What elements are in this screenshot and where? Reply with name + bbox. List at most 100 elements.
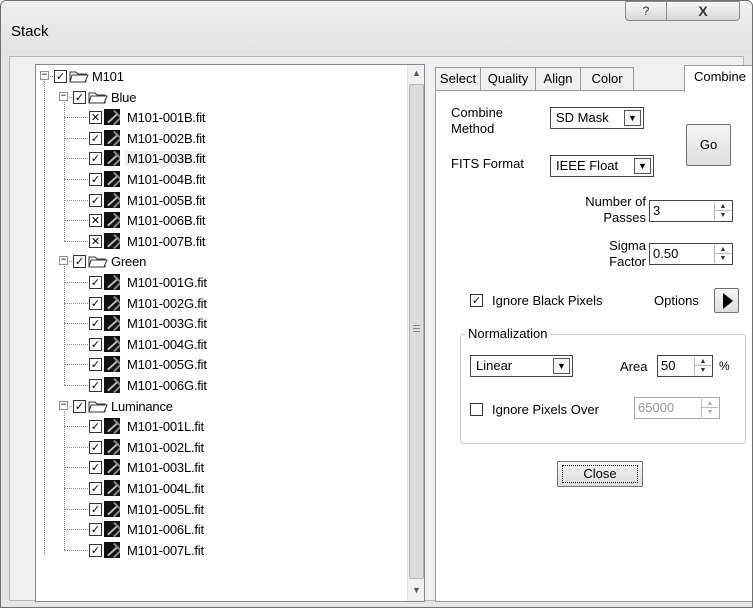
tree-connector <box>64 323 90 325</box>
tab-quality[interactable]: Quality <box>480 67 536 91</box>
tab-select[interactable]: Select <box>435 67 481 91</box>
ignore-black-pixels-checkbox[interactable]: ✓ <box>470 294 483 307</box>
spin-up-icon[interactable]: ▲ <box>715 202 731 211</box>
tree-file-item[interactable]: ✓ M101-003L.fit <box>36 457 406 477</box>
file-checkbox[interactable]: ✓ <box>89 193 102 207</box>
file-checkbox[interactable]: ✓ <box>89 358 102 372</box>
fits-file-icon <box>104 191 120 208</box>
options-button[interactable] <box>714 288 739 313</box>
file-checkbox[interactable]: ✓ <box>89 482 102 495</box>
title-bar[interactable]: Stack ? X <box>1 1 752 55</box>
tree-file-item[interactable]: ✓ M101-006G.fit <box>36 375 406 395</box>
area-spinner[interactable]: 50 ▲ ▼ <box>657 355 713 377</box>
file-checkbox[interactable]: ✓ <box>89 461 102 475</box>
file-checkbox[interactable]: ✓ <box>89 379 102 392</box>
spin-up-icon[interactable]: ▲ <box>715 245 731 254</box>
chevron-down-icon[interactable]: ▼ <box>624 110 641 126</box>
collapse-toggle-icon[interactable]: − <box>59 91 68 101</box>
file-checkbox[interactable]: ✕ <box>89 234 102 248</box>
combine-method-select[interactable]: SD Mask ▼ <box>550 107 644 129</box>
scroll-up-arrow[interactable]: ▲ <box>408 65 424 82</box>
tree-file-item[interactable]: ✕ M101-006B.fit <box>36 210 406 230</box>
tree-group-green[interactable]: − ✓ Green <box>36 251 406 271</box>
tree-file-item[interactable]: ✓ M101-004G.fit <box>36 334 406 354</box>
tab-combine[interactable]: Combine <box>684 65 752 92</box>
tree-file-item[interactable]: ✓ M101-005G.fit <box>36 354 406 374</box>
tree-checkbox[interactable]: ✓ <box>54 70 67 83</box>
tree-file-label: M101-005G.fit <box>127 357 207 373</box>
file-checkbox[interactable]: ✓ <box>89 543 102 557</box>
file-checkbox[interactable]: ✓ <box>89 173 102 186</box>
file-checkbox[interactable]: ✓ <box>89 276 102 289</box>
tab-color[interactable]: Color <box>580 67 634 91</box>
tree-file-item[interactable]: ✓ M101-001G.fit <box>36 272 406 292</box>
close-button[interactable]: Close <box>557 461 643 487</box>
tree-node-m101[interactable]: − ✓ M101 <box>36 66 406 86</box>
tree-checkbox[interactable]: ✓ <box>73 399 86 413</box>
tree-file-label: M101-004B.fit <box>127 172 206 187</box>
tab-align[interactable]: Align <box>535 67 581 91</box>
tree-group-luminance[interactable]: − ✓ Luminance <box>36 396 406 416</box>
tree-file-item[interactable]: ✓ M101-002B.fit <box>36 128 406 148</box>
spin-down-icon[interactable]: ▼ <box>702 408 718 417</box>
collapse-toggle-icon[interactable]: − <box>59 400 68 410</box>
tree-file-label: M101-002L.fit <box>127 439 204 455</box>
collapse-toggle-icon[interactable]: − <box>59 256 68 266</box>
spin-up-icon[interactable]: ▲ <box>702 399 718 408</box>
passes-spinner[interactable]: 3 ▲ ▼ <box>649 200 733 222</box>
tree-file-label: M101-004G.fit <box>127 336 207 352</box>
tree-connector <box>64 467 90 469</box>
file-checkbox[interactable]: ✓ <box>89 502 102 516</box>
fits-format-select[interactable]: IEEE Float ▼ <box>550 155 654 177</box>
spin-up-icon[interactable]: ▲ <box>695 357 711 366</box>
tree-file-item[interactable]: ✓ M101-002G.fit <box>36 293 406 313</box>
chevron-down-icon[interactable]: ▼ <box>634 158 651 174</box>
ignore-pixels-over-spinner[interactable]: 65000 ▲ ▼ <box>634 397 720 419</box>
file-checkbox[interactable]: ✕ <box>89 111 102 125</box>
close-window-button[interactable]: X <box>666 1 740 21</box>
file-checkbox[interactable]: ✓ <box>89 152 102 166</box>
file-checkbox[interactable]: ✕ <box>89 214 102 228</box>
file-checkbox[interactable]: ✓ <box>89 420 102 434</box>
tree-file-item[interactable]: ✓ M101-002L.fit <box>36 437 406 457</box>
tree-file-item[interactable]: ✓ M101-001L.fit <box>36 416 406 436</box>
tree-group-label: Luminance <box>111 398 173 414</box>
sigma-spinner[interactable]: 0.50 ▲ ▼ <box>649 243 733 265</box>
spin-down-icon[interactable]: ▼ <box>715 211 731 220</box>
file-checkbox[interactable]: ✓ <box>89 317 102 331</box>
normalization-mode-select[interactable]: Linear ▼ <box>470 355 573 377</box>
tree-file-item[interactable]: ✓ M101-005B.fit <box>36 190 406 210</box>
tree-connector <box>64 117 90 119</box>
scroll-grip-icon <box>413 325 420 332</box>
scroll-down-arrow[interactable]: ▼ <box>408 582 424 599</box>
tree-checkbox[interactable]: ✓ <box>73 90 86 104</box>
ignore-pixels-over-checkbox[interactable] <box>470 403 483 416</box>
tree-file-item[interactable]: ✕ M101-007B.fit <box>36 231 406 251</box>
tree-file-item[interactable]: ✓ M101-007L.fit <box>36 540 406 560</box>
tree-file-item[interactable]: ✓ M101-006L.fit <box>36 519 406 539</box>
tree-scrollbar[interactable]: ▲ ▼ <box>407 65 424 601</box>
collapse-toggle-icon[interactable]: − <box>40 71 49 80</box>
tree-checkbox[interactable]: ✓ <box>73 255 86 269</box>
fits-format-value: IEEE Float <box>556 158 619 173</box>
scroll-thumb[interactable] <box>409 84 424 579</box>
file-checkbox[interactable]: ✓ <box>89 440 102 454</box>
ignore-pixels-over-label: Ignore Pixels Over <box>492 402 599 417</box>
spin-down-icon[interactable]: ▼ <box>695 366 711 375</box>
file-checkbox[interactable]: ✓ <box>89 296 102 310</box>
tree-file-item[interactable]: ✓ M101-003G.fit <box>36 313 406 333</box>
help-button[interactable]: ? <box>625 1 667 21</box>
file-checkbox[interactable]: ✓ <box>89 337 102 351</box>
chevron-down-icon[interactable]: ▼ <box>553 358 570 374</box>
tree-file-item[interactable]: ✓ M101-005L.fit <box>36 499 406 519</box>
tree-group-blue[interactable]: − ✓ Blue <box>36 87 406 107</box>
tree-file-item[interactable]: ✕ M101-001B.fit <box>36 107 406 127</box>
spin-down-icon[interactable]: ▼ <box>715 254 731 263</box>
go-button[interactable]: Go <box>686 124 731 166</box>
file-checkbox[interactable]: ✓ <box>89 523 102 537</box>
tree-file-item[interactable]: ✓ M101-004L.fit <box>36 478 406 498</box>
tree-file-item[interactable]: ✓ M101-003B.fit <box>36 148 406 168</box>
tree-file-item[interactable]: ✓ M101-004B.fit <box>36 169 406 189</box>
file-checkbox[interactable]: ✓ <box>89 131 102 145</box>
file-tree[interactable]: − ✓ M101− ✓ Blue ✕ M101-001B.fit ✓ M101-002B.fit… <box>35 64 425 602</box>
